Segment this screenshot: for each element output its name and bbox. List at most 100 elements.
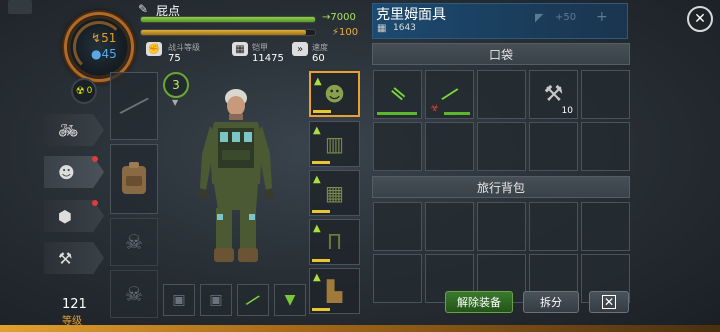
ammo-icon: ▣	[209, 292, 223, 308]
split-button[interactable]: 拆分	[523, 291, 579, 313]
gear-slot-boots[interactable]: ▲ ▙	[309, 268, 360, 314]
close-icon: ✕	[694, 11, 706, 27]
quick-slot-4[interactable]: ▼	[274, 284, 306, 316]
backpack-slot[interactable]	[110, 144, 158, 214]
unequip-label: 解除装备	[457, 296, 501, 309]
pocket-slot-3[interactable]	[477, 70, 526, 119]
pocket-section-header: 口袋	[372, 43, 630, 65]
head-slot[interactable]: ☠	[110, 218, 158, 266]
lightning-icon: ⚡	[332, 27, 340, 38]
backpack-slot-3[interactable]	[477, 202, 526, 251]
stat-speed: » 速度 60	[292, 42, 328, 64]
durability-bar	[377, 112, 417, 115]
upgrade-arrow-icon: ▲	[313, 174, 321, 185]
green-blade-icon: /	[243, 289, 263, 310]
xp-bar-fill	[141, 17, 315, 22]
stat-label: 铠甲	[252, 43, 268, 52]
selected-item-name: 克里姆面具	[376, 7, 446, 23]
pocket-slot-6[interactable]	[373, 122, 422, 171]
plus-icon[interactable]: +	[596, 9, 608, 25]
pocket-slot-4[interactable]: ⚒ 10	[529, 70, 578, 119]
stat-combat: ✊ 战斗等级 75	[146, 42, 200, 64]
xp-value: →7000	[322, 12, 356, 23]
biohazard-blade-icon: /	[438, 82, 461, 107]
gear-slot-helmet[interactable]: ▲ ☻	[309, 71, 360, 117]
durability-icon: ◤	[535, 11, 544, 24]
bottom-stripe	[0, 325, 720, 332]
backpack-slot-4[interactable]	[529, 202, 578, 251]
pocket-slot-10[interactable]	[581, 122, 630, 171]
melee-weapon-slot[interactable]: ╱	[110, 72, 158, 140]
player-level: 121	[62, 297, 87, 312]
backpack-icon	[111, 145, 157, 213]
water-drop-icon: ●	[91, 47, 102, 61]
speed-icon: »	[292, 42, 308, 56]
craft-icon: ⚒	[58, 248, 73, 268]
armor-icon: ▦	[232, 42, 248, 56]
motorcycle-icon: 🚲︎	[58, 120, 79, 140]
stat-value: 11475	[252, 53, 284, 64]
pocket-slot-1[interactable]: ═	[373, 70, 422, 119]
upgrade-arrow-icon: ▲	[313, 223, 321, 234]
character-figure	[198, 89, 274, 262]
gear-slot-pants[interactable]: ▲ Π	[309, 219, 360, 265]
weight-icon: ▦	[377, 23, 387, 34]
hunger-value: ↯51	[91, 31, 117, 45]
discard-icon: ✕	[602, 295, 616, 309]
backpack-slot-1[interactable]	[373, 202, 422, 251]
backpack-slot-2[interactable]	[425, 202, 474, 251]
pocket-slot-9[interactable]	[529, 122, 578, 171]
quick-slot-3[interactable]: /	[237, 284, 269, 316]
side-tab-crafting[interactable]: ⚒	[44, 242, 104, 274]
split-label: 拆分	[540, 296, 562, 309]
biohazard-icon: ☣	[430, 103, 439, 114]
backpack-section-title: 旅行背包	[476, 180, 525, 195]
mask-icon: ☻	[58, 162, 75, 182]
face-slot[interactable]: ☠	[110, 270, 158, 318]
discard-button[interactable]: ✕	[589, 291, 629, 313]
quick-slot-1[interactable]: ▣	[163, 284, 195, 316]
durability-bar	[312, 161, 330, 164]
energy-bar	[140, 29, 316, 36]
item-count: 10	[561, 106, 573, 116]
notice-dot	[92, 156, 98, 162]
pocket-slot-7[interactable]	[425, 122, 474, 171]
gear-slot-vest[interactable]: ▲ ▥	[309, 121, 360, 167]
character-level-badge[interactable]: 3	[163, 72, 189, 98]
pocket-slot-2[interactable]: / ☣	[425, 70, 474, 119]
edit-name-icon[interactable]: ✎	[138, 2, 148, 16]
close-button[interactable]: ✕	[687, 6, 713, 32]
repair-value: +50	[555, 12, 577, 23]
durability-bar	[313, 110, 331, 113]
notice-dot	[92, 200, 98, 206]
stat-value: 60	[312, 53, 325, 64]
energy-value: ⚡100	[332, 27, 359, 38]
xp-bar	[140, 16, 316, 23]
ammo-icon: ▣	[172, 292, 186, 308]
pocket-slot-5[interactable]	[581, 70, 630, 119]
durability-bar	[312, 210, 330, 213]
radiation-value: 0	[86, 86, 93, 96]
radiation-button[interactable]: ☢ 0	[71, 78, 97, 104]
backpack-section-header: 旅行背包	[372, 176, 630, 198]
pocket-section-title: 口袋	[488, 47, 513, 62]
side-tab-vehicle[interactable]: 🚲︎	[44, 114, 104, 146]
radiation-icon: ☢	[75, 85, 85, 97]
upgrade-arrow-icon: ▲	[313, 125, 321, 136]
crate-icon: ⬢	[58, 206, 72, 226]
green-pistol-icon: ▼	[284, 292, 296, 308]
gear-slot-jacket[interactable]: ▲ ▦	[309, 170, 360, 216]
backpack-slot-5[interactable]	[581, 202, 630, 251]
quick-slot-2[interactable]: ▣	[200, 284, 232, 316]
upgrade-arrow-icon: ▲	[313, 272, 321, 283]
stat-label: 速度	[312, 43, 328, 52]
stat-armor: ▦ 铠甲 11475	[232, 42, 284, 64]
backpack-slot-6[interactable]	[373, 254, 422, 303]
energy-bar-fill	[141, 30, 307, 35]
menu-handle[interactable]	[8, 0, 32, 14]
durability-bar	[312, 308, 330, 311]
pocket-slot-8[interactable]	[477, 122, 526, 171]
stat-label: 战斗等级	[168, 43, 200, 52]
unequip-button[interactable]: 解除装备	[445, 291, 513, 313]
selected-item-weight: 1643	[393, 23, 416, 33]
